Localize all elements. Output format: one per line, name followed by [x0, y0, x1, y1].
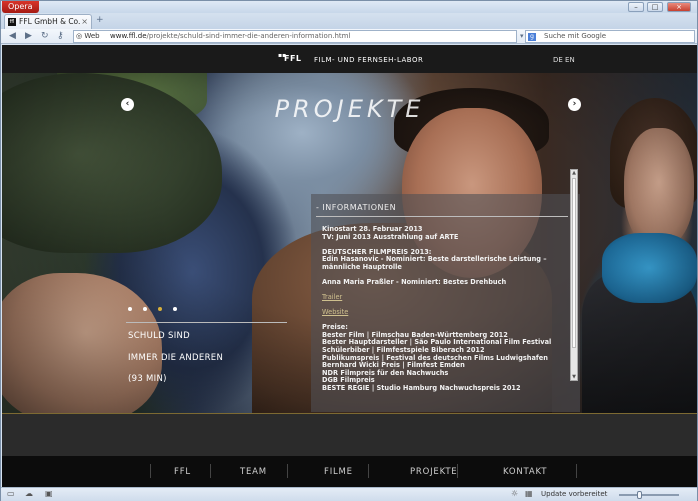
info-panel[interactable]: - INFORMATIONEN Kinostart 28. Februar 20…: [311, 194, 580, 412]
nav-item-kontakt[interactable]: KONTAKT: [503, 467, 547, 477]
browser-tab[interactable]: ffl FFL GmbH & Co. KG: S... ×: [4, 14, 92, 29]
turbo-icon[interactable]: ☼: [511, 489, 518, 498]
new-tab-button[interactable]: +: [96, 16, 106, 26]
key-icon[interactable]: ⚷: [57, 31, 64, 41]
screen-icon[interactable]: ▣: [45, 489, 53, 498]
nav-separator: [210, 464, 211, 478]
site-header: ▪▪ FFL FILM- UND FERNSEH-LABOR DE EN: [2, 45, 697, 73]
zoom-knob[interactable]: [637, 491, 642, 499]
zoom-slider[interactable]: [619, 494, 679, 496]
search-field[interactable]: g Suche mit Google: [525, 30, 695, 43]
forward-icon[interactable]: ▶: [25, 31, 32, 41]
scroll-thumb[interactable]: [572, 178, 576, 348]
tv-text: TV: Juni 2013 Ausstrahlung auf ARTE: [322, 232, 459, 241]
info-text: Kinostart 28. Februar 2013 TV: Juni 2013 …: [322, 225, 568, 400]
slider-dot[interactable]: [158, 307, 162, 311]
url-text[interactable]: www.ffl.de/projekte/schuld-sind-immer-di…: [110, 32, 350, 40]
slider-prev-button[interactable]: ‹: [121, 98, 134, 111]
web-badge: ◎ Web: [76, 32, 100, 40]
filmpreis-nomination: Edin Hasanovic - Nominiert: Beste darste…: [322, 255, 547, 271]
title-bar: Opera – □ ×: [1, 1, 697, 13]
search-placeholder: Suche mit Google: [544, 32, 607, 40]
image-icon[interactable]: ▦: [525, 489, 533, 498]
film-title-line1: SCHULD SIND: [128, 331, 191, 341]
status-text: Update vorbereitet: [541, 490, 608, 498]
lower-band: [2, 414, 697, 456]
address-field[interactable]: ◎ Web www.ffl.de/projekte/schuld-sind-im…: [73, 30, 517, 43]
close-button[interactable]: ×: [667, 2, 691, 12]
film-duration: (93 MIN): [128, 374, 167, 384]
trailer-link[interactable]: Trailer: [322, 293, 342, 301]
panel-icon[interactable]: ▭: [7, 489, 15, 498]
back-icon[interactable]: ◀: [9, 31, 16, 41]
address-toolbar: ◀ ▶ ↻ ⚷ ◎ Web www.ffl.de/projekte/schuld…: [1, 29, 697, 44]
maximize-button[interactable]: □: [647, 2, 663, 12]
minimize-button[interactable]: –: [628, 2, 644, 12]
nav-separator: [576, 464, 577, 478]
scroll-up-icon[interactable]: ▲: [571, 170, 577, 176]
language-switcher[interactable]: DE EN: [553, 56, 575, 64]
footer-nav: FFL TEAM FILME PROJEKTE KONTAKT: [2, 456, 697, 487]
site-logo[interactable]: FFL: [284, 54, 302, 63]
cloud-icon[interactable]: ☁: [25, 489, 33, 498]
slider-next-button[interactable]: ›: [568, 98, 581, 111]
nav-separator: [150, 464, 151, 478]
favicon-icon: ffl: [8, 18, 16, 26]
slider-dot[interactable]: [143, 307, 147, 311]
drehbuch-nomination: Anna Maria Praßler - Nominiert: Bestes D…: [322, 277, 507, 286]
tab-title: FFL GmbH & Co. KG: S...: [19, 17, 81, 26]
status-bar: ▭ ☁ ▣ ☼ ▦ Update vorbereitet: [1, 487, 697, 501]
info-divider: [316, 216, 568, 217]
slider-dot[interactable]: [173, 307, 177, 311]
nav-item-team[interactable]: TEAM: [240, 467, 267, 477]
nav-item-filme[interactable]: FILME: [324, 467, 353, 477]
tab-close-icon[interactable]: ×: [81, 17, 88, 26]
hero-photo: PROJEKTE ‹ › SCHULD SIND IMMER DIE ANDER…: [2, 73, 697, 413]
divider: [126, 322, 287, 323]
nav-separator: [287, 464, 288, 478]
info-heading: - INFORMATIONEN: [316, 203, 397, 212]
nav-item-projekte[interactable]: PROJEKTE: [410, 467, 457, 477]
info-scrollbar[interactable]: ▲ ▼: [570, 169, 578, 381]
opera-menu-button[interactable]: Opera: [2, 1, 39, 13]
browser-window: Opera – □ × ffl FFL GmbH & Co. KG: S... …: [0, 0, 698, 501]
dropdown-icon[interactable]: ▾: [520, 31, 524, 41]
page-title: PROJEKTE: [274, 95, 425, 123]
nav-item-ffl[interactable]: FFL: [174, 467, 191, 477]
reload-icon[interactable]: ↻: [41, 31, 49, 41]
scroll-down-icon[interactable]: ▼: [571, 374, 577, 380]
slider-dot[interactable]: [128, 307, 132, 311]
film-title-line2: IMMER DIE ANDEREN: [128, 353, 224, 363]
site-name: FILM- UND FERNSEH-LABOR: [314, 56, 424, 64]
web-page: ▪▪ FFL FILM- UND FERNSEH-LABOR DE EN PRO…: [2, 45, 697, 487]
preise-list: Bester Film | Filmschau Baden-Württember…: [322, 331, 551, 392]
google-icon: g: [528, 33, 536, 41]
website-link[interactable]: Website: [322, 308, 348, 316]
preis-item: BESTE REGIE | Studio Hamburg Nachwuchspr…: [322, 384, 521, 392]
tab-bar: ffl FFL GmbH & Co. KG: S... × +: [1, 13, 697, 29]
nav-separator: [368, 464, 369, 478]
